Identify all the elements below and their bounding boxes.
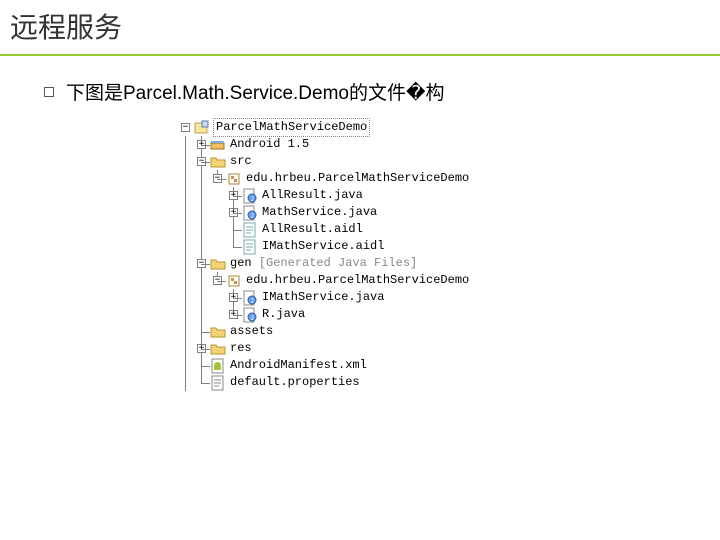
tree-label: IMathService.java <box>261 289 384 306</box>
tree-label: IMathService.aidl <box>261 238 384 255</box>
text-file-icon <box>210 375 226 391</box>
folder-icon <box>210 154 226 170</box>
caption-row: 下图是Parcel.Math.Service.Demo的文件�构 <box>44 78 720 105</box>
tree-row-file[interactable]: + J MathService.java <box>178 204 720 221</box>
bullet-square-icon <box>44 87 54 97</box>
collapse-icon[interactable]: − <box>213 276 222 285</box>
tree-label: ParcelMathServiceDemo <box>213 118 370 137</box>
android-file-icon <box>210 358 226 374</box>
tree-label: res <box>229 340 252 357</box>
tree-label: AllResult.java <box>261 187 363 204</box>
tree-row-package[interactable]: − edu.hrbeu.ParcelMathServiceDemo <box>178 170 720 187</box>
tree-label: edu.hrbeu.ParcelMathServiceDemo <box>245 272 469 289</box>
tree-label: MathService.java <box>261 204 377 221</box>
tree-label: gen [Generated Java Files] <box>229 255 417 272</box>
tree-label: Android 1.5 <box>229 136 309 153</box>
tree-row-gen[interactable]: − gen [Generated Java Files] <box>178 255 720 272</box>
tree-row-default[interactable]: default.properties <box>178 374 720 391</box>
tree-row-file[interactable]: + J IMathService.java <box>178 289 720 306</box>
expand-icon[interactable]: + <box>197 344 206 353</box>
folder-icon <box>210 256 226 272</box>
tree-label: default.properties <box>229 374 360 391</box>
tree-row-file[interactable]: IMathService.aidl <box>178 238 720 255</box>
page-title: 远程服务 <box>10 6 710 46</box>
tree-row-file[interactable]: AllResult.aidl <box>178 221 720 238</box>
collapse-icon[interactable]: − <box>197 259 206 268</box>
expand-icon[interactable]: + <box>229 310 238 319</box>
tree-row-src[interactable]: − src <box>178 153 720 170</box>
package-icon <box>226 171 242 187</box>
tree-row-manifest[interactable]: AndroidManifest.xml <box>178 357 720 374</box>
svg-text:J: J <box>250 196 254 203</box>
project-icon <box>194 120 210 136</box>
collapse-icon[interactable]: − <box>181 123 190 132</box>
java-file-icon: J <box>242 307 258 323</box>
svg-text:J: J <box>250 213 254 220</box>
folder-icon <box>210 341 226 357</box>
collapse-icon[interactable]: − <box>197 157 206 166</box>
tree-row-assets[interactable]: assets <box>178 323 720 340</box>
java-file-icon: J <box>242 290 258 306</box>
tree-row-file[interactable]: + J R.java <box>178 306 720 323</box>
tree-label: assets <box>229 323 273 340</box>
tree-row-file[interactable]: + J AllResult.java <box>178 187 720 204</box>
text-file-icon <box>242 222 258 238</box>
tree-row-res[interactable]: + res <box>178 340 720 357</box>
library-icon <box>210 137 226 153</box>
folder-icon <box>210 324 226 340</box>
svg-text:J: J <box>250 315 254 322</box>
text-file-icon <box>242 239 258 255</box>
tree-label: AllResult.aidl <box>261 221 363 238</box>
tree-row-project[interactable]: − ParcelMathServiceDemo <box>178 119 720 136</box>
package-icon <box>226 273 242 289</box>
tree-label: edu.hrbeu.ParcelMathServiceDemo <box>245 170 469 187</box>
gen-text: gen <box>230 256 252 270</box>
svg-text:J: J <box>250 298 254 305</box>
gen-note: [Generated Java Files] <box>259 256 417 270</box>
caption-text: 下图是Parcel.Math.Service.Demo的文件�构 <box>66 78 444 105</box>
tree-label: R.java <box>261 306 305 323</box>
collapse-icon[interactable]: − <box>213 174 222 183</box>
expand-icon[interactable]: + <box>229 191 238 200</box>
tree-row-package[interactable]: − edu.hrbeu.ParcelMathServiceDemo <box>178 272 720 289</box>
file-tree: − ParcelMathServiceDemo + Android 1.5 − … <box>178 119 720 391</box>
tree-label: AndroidManifest.xml <box>229 357 367 374</box>
expand-icon[interactable]: + <box>197 140 206 149</box>
expand-icon[interactable]: + <box>229 208 238 217</box>
tree-label: src <box>229 153 252 170</box>
java-file-icon: J <box>242 205 258 221</box>
java-file-icon: J <box>242 188 258 204</box>
expand-icon[interactable]: + <box>229 293 238 302</box>
tree-row-android[interactable]: + Android 1.5 <box>178 136 720 153</box>
